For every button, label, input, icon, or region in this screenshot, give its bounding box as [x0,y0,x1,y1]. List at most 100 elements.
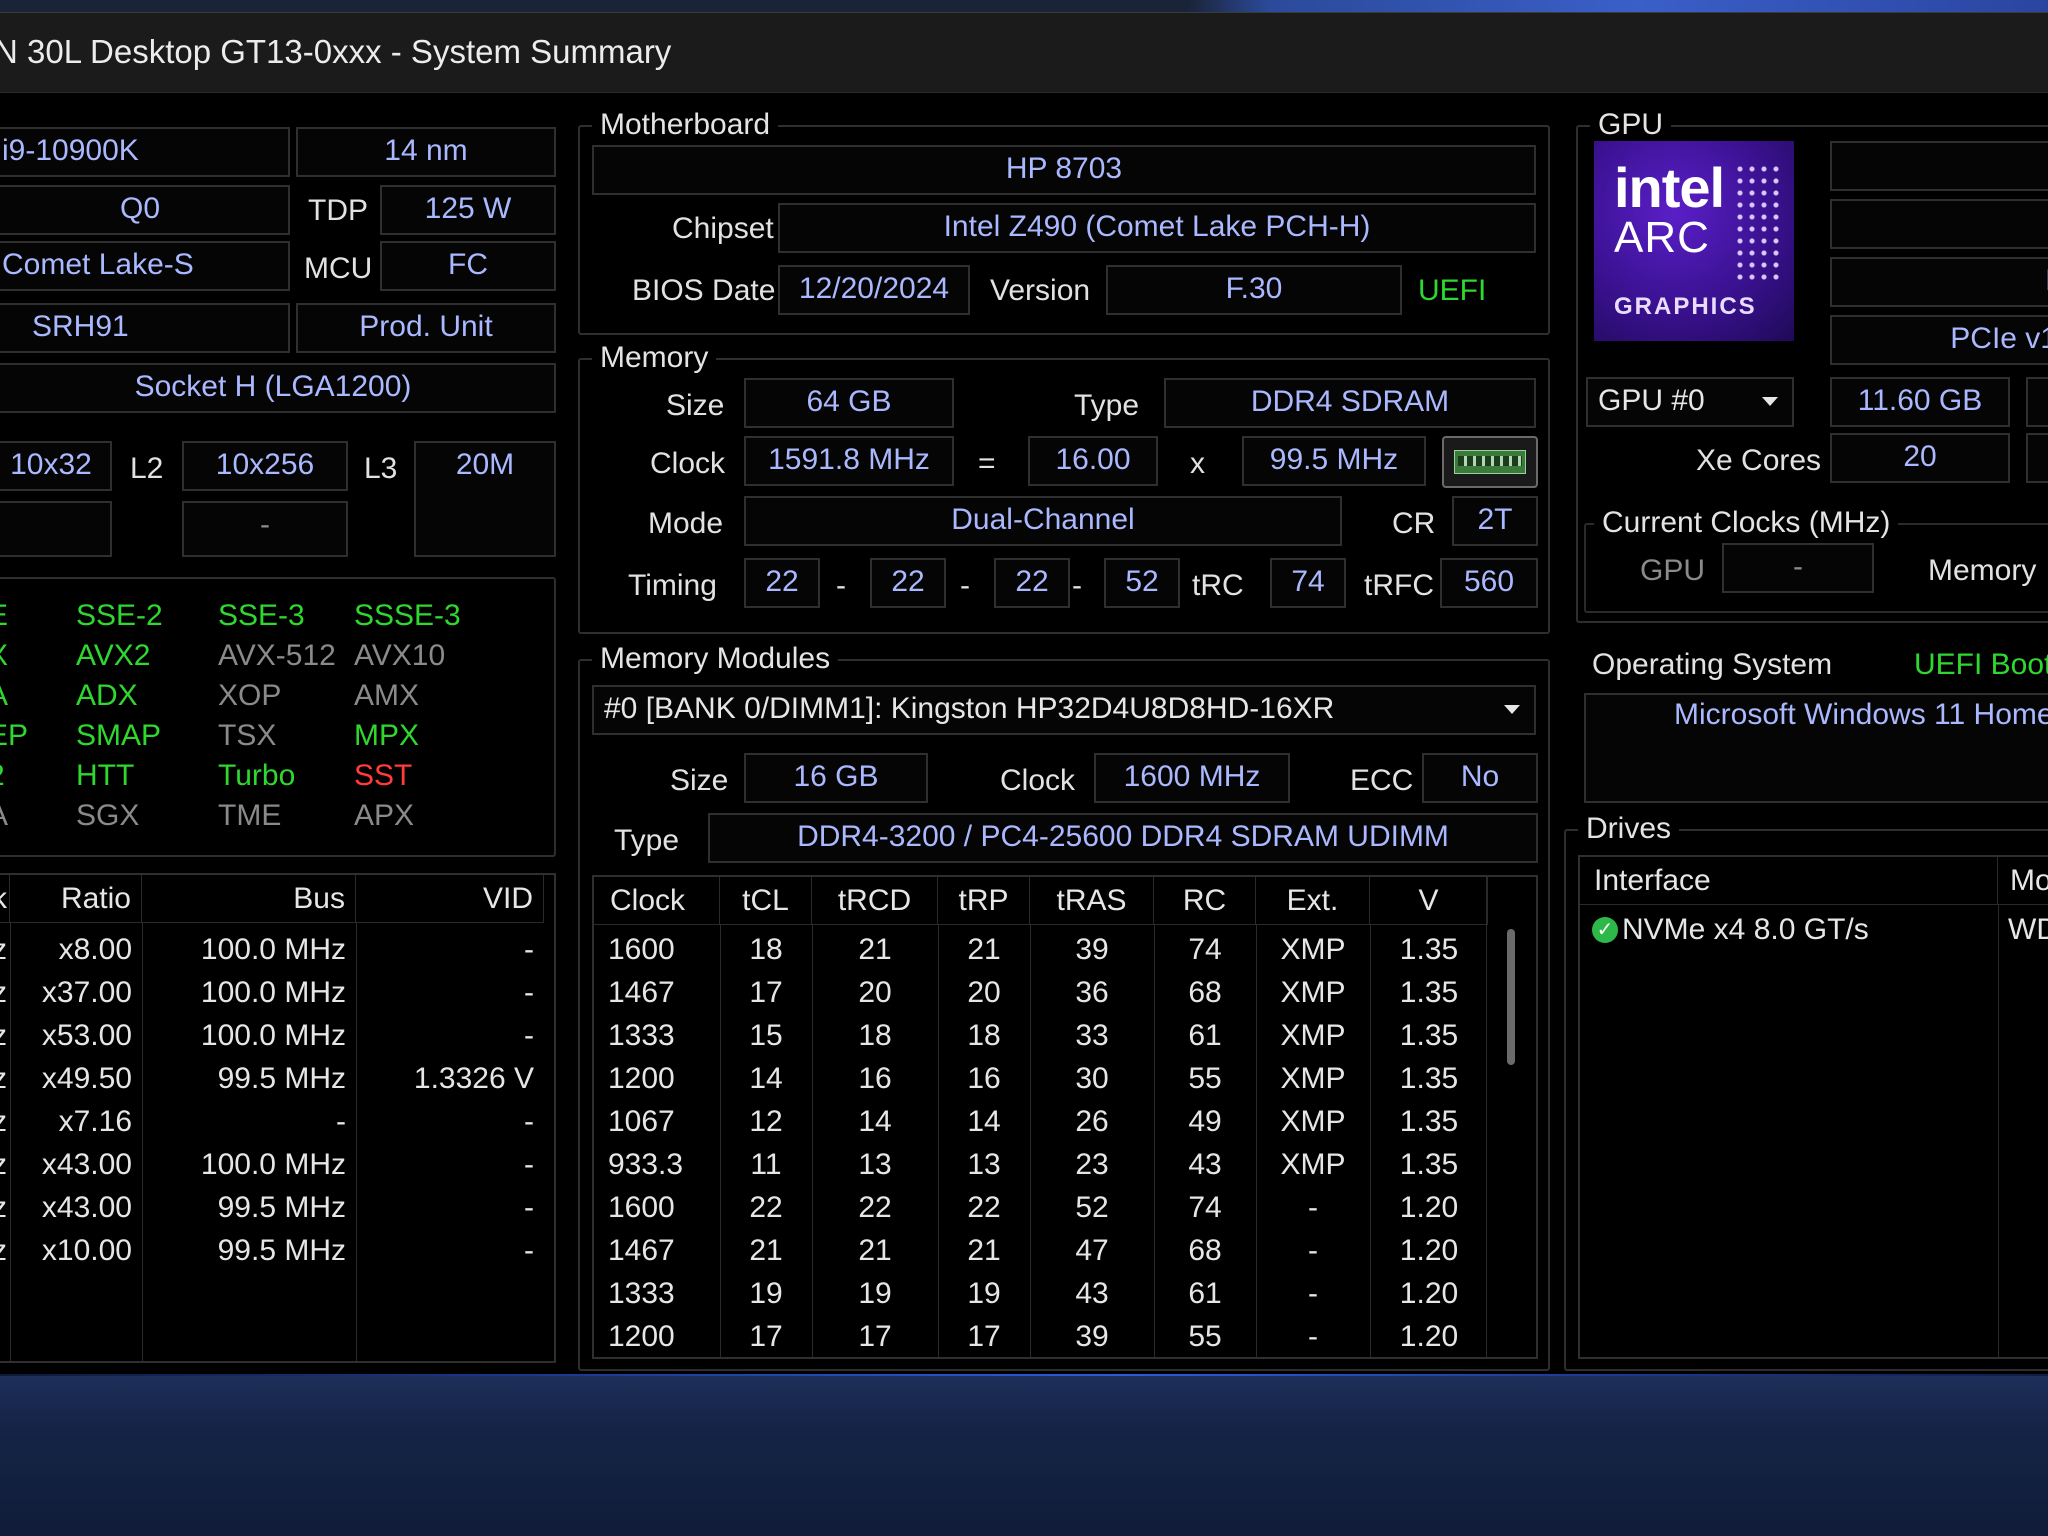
gpu-selector[interactable]: GPU #0 [1586,377,1794,427]
spd-header[interactable]: Clock [594,877,720,925]
cr-label: CR [1392,507,1436,540]
drives-group: Drives Interface Mo ✓ NVMe x4 8.0 GT/s W… [1564,811,2048,1371]
cpu-clocks-cell: x7.16 [58,1105,132,1138]
spd-cell: 11 [750,1148,782,1181]
cpu-clocks-header[interactable]: Ratio [10,875,142,923]
scrollbar-thumb[interactable] [1507,929,1515,1065]
mem-clock-label: Memory [1928,554,2037,587]
feature-flag: E [0,599,8,633]
chipset-value: Intel Z490 (Comet Lake PCH-H) [778,203,1536,253]
spd-cell: 1200 [608,1320,675,1353]
spd-cell: 14 [967,1105,1001,1138]
spd-cell: 39 [1075,1320,1109,1353]
feature-flag: TSX [218,719,277,752]
mem-clock: 1591.8 MHz [744,436,954,486]
spd-cell: 36 [1075,976,1109,1009]
spd-header[interactable]: tRP [938,877,1030,925]
mem-size: 64 GB [744,378,954,428]
os-name: Microsoft Windows 11 Home [1584,693,2048,803]
timing-trc: 74 [1270,558,1346,608]
spd-cell: 1.35 [1399,1019,1459,1052]
uefi-boot-badge: UEFI Boot [1914,648,2048,681]
cpu-clocks-cell: - [524,1191,534,1224]
chevron-down-icon [1504,705,1520,714]
feature-flag: 2 [0,759,5,793]
mem-mode: Dual-Channel [744,496,1342,546]
cache-l2: 10x256 [182,441,348,491]
cpu-clocks-cell: - [524,1019,534,1052]
spd-cell: 20 [858,976,892,1009]
memory-modules-group: Memory Modules #0 [BANK 0/DIMM1]: Kingst… [578,641,1550,1371]
spd-cell: 17 [858,1320,892,1353]
spd-cell: 1467 [608,976,675,1009]
spd-header[interactable]: V [1370,877,1488,925]
spd-cell: 21 [749,1234,783,1267]
cpu-clocks-cell: z [0,972,10,1014]
spd-cell: 61 [1188,1277,1222,1310]
chipset-label: Chipset [672,212,774,245]
spd-header[interactable]: tRCD [812,877,938,925]
cpu-clocks-cell: z [0,1187,10,1229]
spd-cell: 21 [858,933,892,966]
gpu-name: A [1830,141,2048,191]
intel-arc-logo: intel ARC GRAPHICS [1594,141,1794,341]
spd-header[interactable]: RC [1154,877,1256,925]
version-label: Version [990,274,1091,307]
feature-flag: SGX [76,799,140,832]
spd-cell: XMP [1280,1148,1346,1181]
spd-header[interactable]: tCL [720,877,812,925]
module-ecc: No [1422,753,1538,803]
spd-cell: 20 [967,976,1001,1009]
gpu-clock: - [1722,543,1874,593]
timing-dash-2: - [960,569,970,602]
feature-flag: XOP [218,679,282,712]
cpu-clocks-header[interactable]: VID [356,875,544,923]
cpu-clocks-cell: z [0,929,10,971]
gpu-vendor: Ba [1830,257,2048,307]
drives-table: Interface Mo ✓ NVMe x4 8.0 GT/s WD [1578,855,2048,1359]
current-clocks-title: Current Clocks (MHz) [1594,505,1899,541]
cpu-clocks-header[interactable]: k [0,875,10,923]
feature-flag: TME [218,799,282,832]
feature-flag: MPX [354,719,420,752]
spd-cell: 43 [1188,1148,1222,1181]
spd-cell: - [1308,1320,1318,1353]
cpu-clocks-cell: 100.0 MHz [200,1019,346,1052]
spd-cell: 1.35 [1399,1062,1459,1095]
cpu-clocks-cell: 100.0 MHz [200,933,346,966]
spd-cell: 16 [858,1062,892,1095]
spd-header[interactable]: Ext. [1256,877,1370,925]
feature-flag: EP [0,719,29,752]
timing-trfc: 560 [1440,558,1538,608]
cpu-clocks-cell: 99.5 MHz [217,1191,346,1224]
feature-flag: Turbo [218,759,296,792]
spd-cell: 1200 [608,1062,675,1095]
cpu-clocks-cell: 99.5 MHz [217,1234,346,1267]
spd-cell: 1467 [608,1234,675,1267]
spd-header[interactable]: tRAS [1030,877,1154,925]
spd-cell: 26 [1075,1105,1109,1138]
spd-cell: - [1308,1277,1318,1310]
drives-header-interface[interactable]: Interface [1580,857,1998,905]
module-selector[interactable]: #0 [BANK 0/DIMM1]: Kingston HP32D4U8D8HD… [592,685,1536,735]
spd-cell: 1333 [608,1019,675,1052]
cpu-clocks-header[interactable]: Bus [142,875,356,923]
mcu-label: MCU [304,252,373,285]
cpu-tdp: 125 W [380,185,556,235]
feature-flag: SSE-3 [218,599,305,632]
module-clock-label: Clock [1000,764,1076,797]
cpu-sspec: SRH91 [0,303,290,353]
timing-dash-3: - [1072,569,1082,602]
mem-x: x [1190,447,1205,480]
module-type-label: Type [614,824,680,857]
mem-size-label: Size [666,389,725,422]
table-scrollbar[interactable] [1486,877,1536,1357]
ecc-label: ECC [1350,764,1414,797]
module-type: DDR4-3200 / PC4-25600 DDR4 SDRAM UDIMM [708,813,1538,863]
title-bar[interactable]: N 30L Desktop GT13-0xxx - System Summary [0,13,2048,93]
cache-l1: 10x32 [0,441,112,491]
cpu-clocks-cell: - [336,1105,346,1138]
drive-interface: NVMe x4 8.0 GT/s [1622,913,1869,946]
drives-header-model[interactable]: Mo [1998,857,2048,905]
spd-cell: 18 [749,933,783,966]
